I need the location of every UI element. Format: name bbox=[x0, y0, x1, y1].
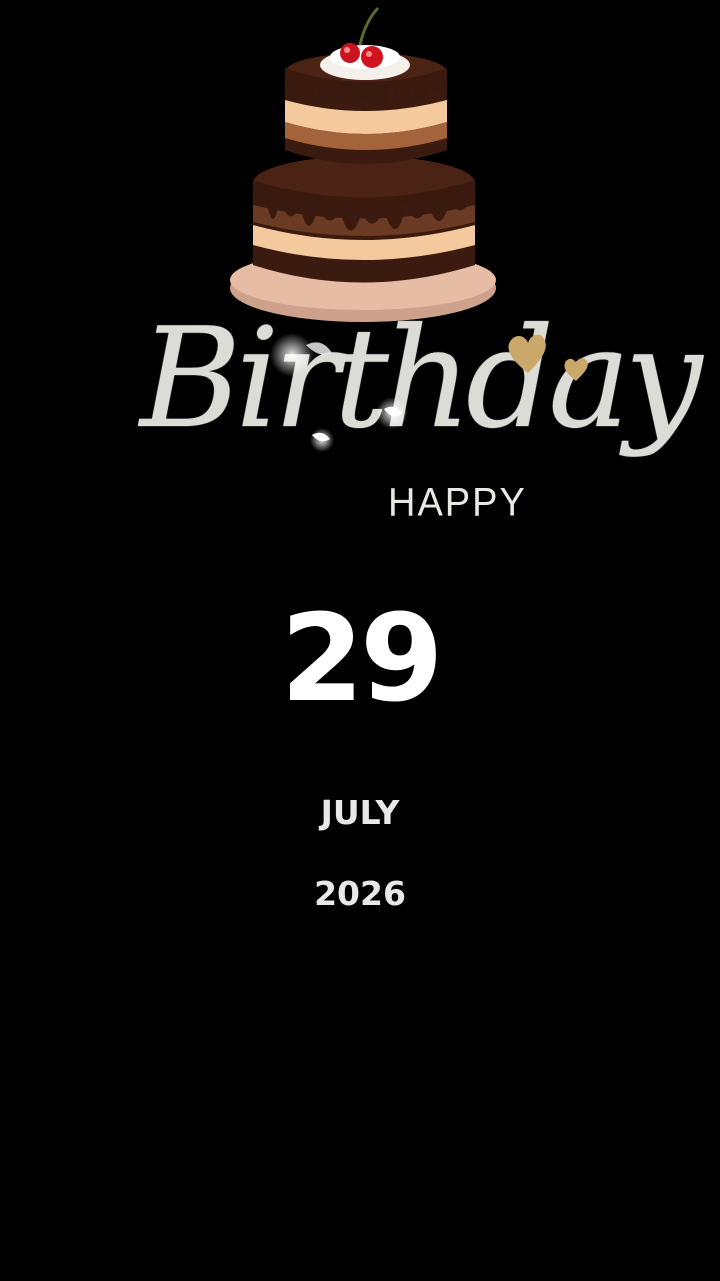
happy-word: HAPPY bbox=[388, 480, 527, 526]
cake-icon bbox=[230, 6, 496, 322]
date-year: 2026 bbox=[314, 874, 406, 913]
date-month: JULY bbox=[320, 793, 400, 832]
date-day: 29 bbox=[280, 590, 444, 729]
hearts-icon bbox=[508, 334, 588, 381]
sparkle-icon bbox=[270, 333, 408, 452]
birthday-screen: Birthday HAPPY 29 JULY 2026 bbox=[0, 0, 720, 1281]
